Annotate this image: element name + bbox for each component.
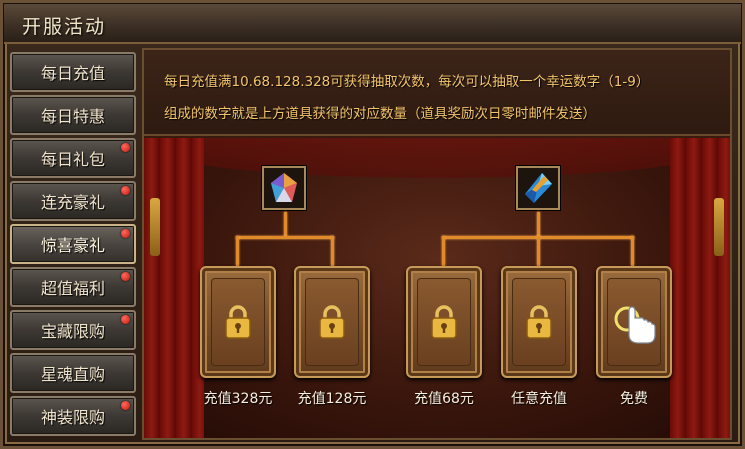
connector-line <box>537 236 540 266</box>
notification-badge <box>121 143 130 152</box>
sidebar-item-label: 每日充值 <box>40 64 105 83</box>
tassel-left <box>150 198 160 256</box>
connector-line <box>236 236 239 266</box>
lottery-card-68[interactable] <box>406 266 482 378</box>
lock-icon <box>526 305 552 339</box>
card-face <box>607 278 661 366</box>
lock-icon <box>431 305 457 339</box>
main-panel: 每日充值满10.68.128.328可获得抽取次数，每次可以抽取一个幸运数字（1… <box>142 48 732 440</box>
notice-line-2: 组成的数字就是上方道具获得的对应数量（道具奖励次日零时邮件发送） <box>164 106 596 122</box>
connector-line <box>284 212 287 238</box>
notification-badge <box>121 401 130 410</box>
reward-item-gem[interactable] <box>262 166 306 210</box>
card-label-128: 充值128元 <box>297 391 367 407</box>
sidebar-item-surprise-gift[interactable]: 惊喜豪礼 <box>10 224 136 264</box>
sidebar-item-star-soul[interactable]: 星魂直购 <box>10 353 136 393</box>
card-label-any: 任意充值 <box>511 391 567 407</box>
sidebar-item-label: 神装限购 <box>40 408 105 427</box>
sidebar-item-treasure-limited[interactable]: 宝藏限购 <box>10 310 136 350</box>
stage-area: 充值328元 充值128元 充值68元 任意充值 免费 <box>144 138 730 438</box>
lottery-card-128[interactable] <box>294 266 370 378</box>
card-face <box>512 278 566 366</box>
sidebar-item-label: 星魂直购 <box>40 365 105 384</box>
card-label-68: 充值68元 <box>414 391 474 407</box>
colorful-gem-icon <box>271 173 297 202</box>
sidebar-item-value-welfare[interactable]: 超值福利 <box>10 267 136 307</box>
connector-line <box>537 212 540 238</box>
pointing-hand-icon <box>614 306 656 344</box>
notification-badge <box>121 186 130 195</box>
card-label-328: 充值328元 <box>203 391 273 407</box>
card-face <box>211 278 265 366</box>
connector-line <box>631 236 634 266</box>
tassel-right <box>714 198 724 256</box>
notice-line-1: 每日充值满10.68.128.328可获得抽取次数，每次可以抽取一个幸运数字（1… <box>164 74 650 90</box>
sidebar-item-daily-recharge[interactable]: 每日充值 <box>10 52 136 92</box>
sidebar-item-label: 连充豪礼 <box>40 193 105 212</box>
blue-crystal-icon <box>525 173 552 203</box>
sidebar-item-daily-deal[interactable]: 每日特惠 <box>10 95 136 135</box>
connector-line <box>442 236 445 266</box>
reward-item-crystal[interactable] <box>516 166 560 210</box>
lottery-card-any[interactable] <box>501 266 577 378</box>
window-title: 开服活动 <box>22 16 107 38</box>
title-bar: 开服活动 <box>4 4 741 44</box>
notification-badge <box>121 315 130 324</box>
lock-icon <box>319 305 345 339</box>
sidebar-item-label: 惊喜豪礼 <box>40 236 105 255</box>
connector-line <box>331 236 334 266</box>
card-label-free: 免费 <box>620 391 648 407</box>
sidebar-item-label: 每日礼包 <box>40 150 105 169</box>
sidebar-item-daily-pack[interactable]: 每日礼包 <box>10 138 136 178</box>
curtain-valance <box>144 138 730 178</box>
lottery-card-328[interactable] <box>200 266 276 378</box>
sidebar-item-label: 超值福利 <box>40 279 105 298</box>
sidebar: 每日充值 每日特惠 每日礼包 连充豪礼 惊喜豪礼 超值福利 宝藏限购 星魂直购 … <box>10 52 138 446</box>
card-face <box>305 278 359 366</box>
sidebar-item-label: 宝藏限购 <box>40 322 105 341</box>
notice-box: 每日充值满10.68.128.328可获得抽取次数，每次可以抽取一个幸运数字（1… <box>144 50 730 136</box>
connector-line <box>236 236 334 239</box>
lottery-card-free[interactable] <box>596 266 672 378</box>
sidebar-item-label: 每日特惠 <box>40 107 105 126</box>
notification-badge <box>121 229 130 238</box>
card-face <box>417 278 471 366</box>
lock-icon <box>225 305 251 339</box>
sidebar-item-consecutive-recharge[interactable]: 连充豪礼 <box>10 181 136 221</box>
sidebar-item-divine-gear[interactable]: 神装限购 <box>10 396 136 436</box>
notification-badge <box>121 272 130 281</box>
